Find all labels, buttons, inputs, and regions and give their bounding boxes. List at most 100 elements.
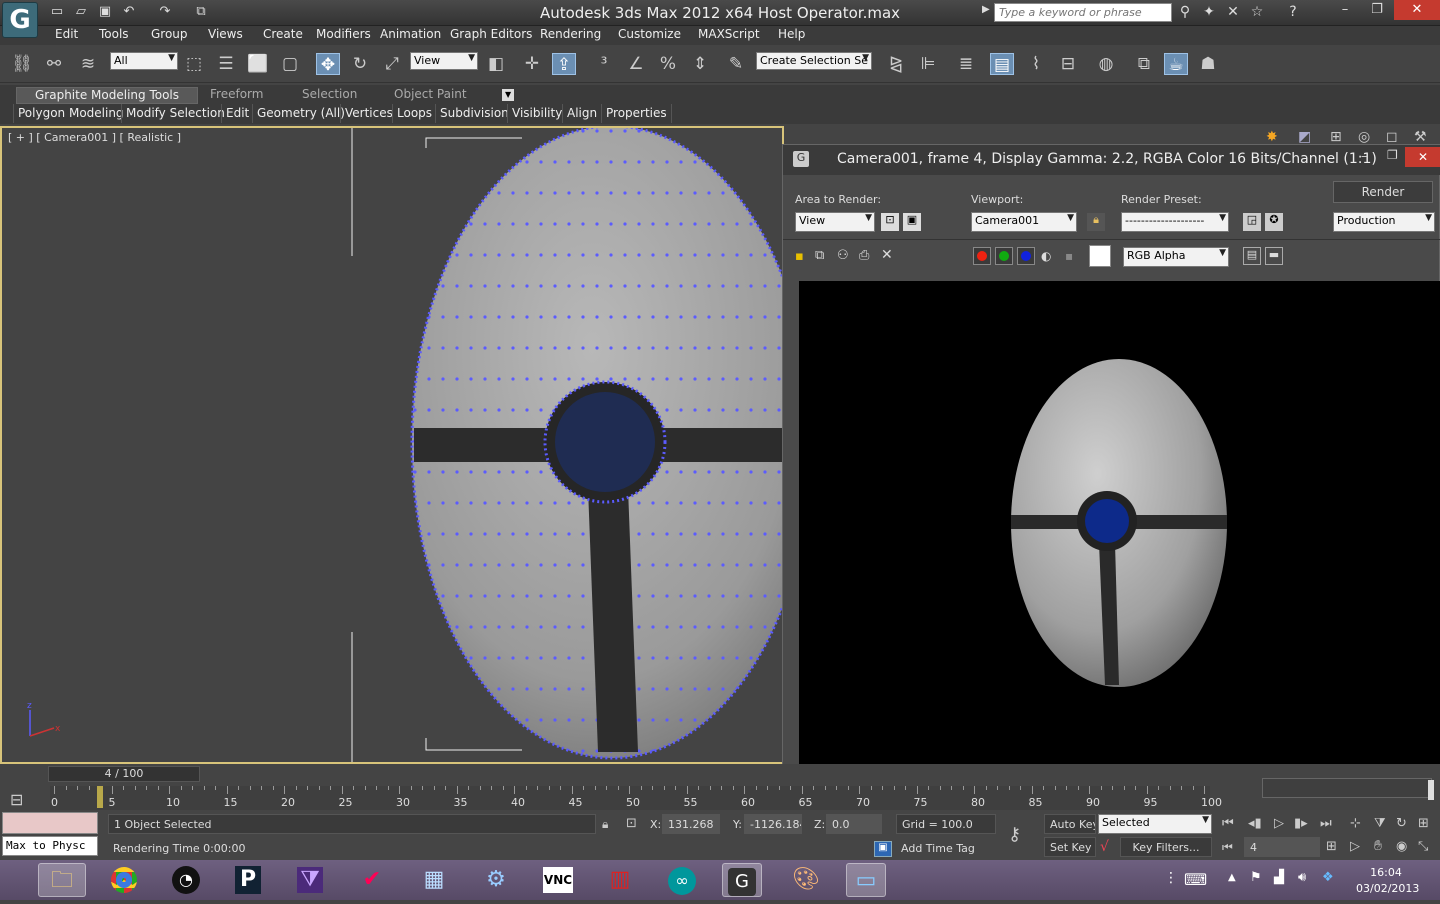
render-minimize-icon[interactable]: – [1361, 149, 1367, 163]
panel-loops[interactable]: Loops [392, 104, 436, 123]
audio-app-icon[interactable]: ▥ [600, 863, 640, 897]
auto-region-icon[interactable]: ▣ [903, 213, 921, 231]
color-swatch[interactable] [1089, 245, 1111, 267]
panel-visibility[interactable]: Visibility [507, 104, 566, 123]
display-tab-icon[interactable]: ◻ [1386, 129, 1398, 145]
volume-icon[interactable]: 🔊︎ [1298, 870, 1306, 885]
menu-rendering[interactable]: Rendering [540, 27, 601, 41]
camera-viewport[interactable]: [ + ] [ Camera001 ] [ Realistic ] z x [0, 126, 784, 764]
y-coord-field[interactable]: -1126.184 [744, 814, 802, 834]
curve-editor-icon[interactable]: ⌇ [1024, 53, 1048, 75]
rendered-frame-window-icon[interactable]: ☕ [1164, 53, 1188, 75]
auto-key-button[interactable]: Auto Key [1044, 814, 1096, 834]
render-maximize-icon[interactable]: ❐ [1387, 148, 1398, 162]
calculator-icon[interactable]: ▦ [414, 863, 454, 897]
toggle-ui-icon[interactable]: ▬ [1265, 247, 1283, 265]
maximize-icon[interactable]: ❐ [1362, 0, 1392, 20]
panel-properties[interactable]: Properties [601, 104, 672, 123]
graphite-toggle-icon[interactable]: ▤ [990, 53, 1014, 75]
select-object-icon[interactable]: ⬚ [182, 53, 206, 75]
selection-filter-dropdown[interactable]: All ▼ [110, 52, 178, 70]
link-icon[interactable]: ⛓ [10, 53, 34, 75]
absolute-mode-icon[interactable]: ⊡ [626, 816, 637, 831]
blue-channel-toggle[interactable] [1017, 247, 1035, 265]
motion-tab-icon[interactable]: ◎ [1358, 129, 1370, 145]
render-setup-small-icon[interactable]: ◲ [1243, 213, 1261, 231]
action-center-flag-icon[interactable]: ⚑ [1250, 870, 1262, 885]
set-key-button[interactable]: Set Key [1044, 837, 1096, 857]
key-icon[interactable]: ⚷ [1008, 824, 1021, 845]
percent-snap-icon[interactable]: % [656, 53, 680, 75]
toggle-ui-overlay-icon[interactable]: ▤ [1243, 247, 1261, 265]
undo-icon[interactable]: ↶ [120, 4, 138, 20]
play-icon[interactable]: ▷ [1274, 816, 1284, 831]
panel-geometry-all[interactable]: Geometry (All) [252, 104, 349, 123]
lock-icon[interactable]: 🔒︎ [1087, 213, 1105, 231]
rectangular-selection-icon[interactable]: ⬜ [246, 53, 270, 75]
viewport-dropdown[interactable]: Camera001 ▼ [971, 212, 1077, 232]
mini-curve-editor-icon[interactable]: ⊟ [10, 790, 23, 809]
menu-create[interactable]: Create [263, 27, 303, 41]
render-close-icon[interactable]: ✕ [1405, 147, 1440, 167]
hierarchy-tab-icon[interactable]: ⊞ [1330, 129, 1342, 145]
red-channel-toggle[interactable] [973, 247, 991, 265]
key-filters-button[interactable]: Key Filters... [1120, 837, 1212, 857]
environment-icon[interactable]: ✪ [1265, 213, 1283, 231]
green-channel-toggle[interactable] [995, 247, 1013, 265]
time-configuration-icon[interactable]: ⊞ [1326, 839, 1337, 854]
key-mode-dropdown[interactable]: Selected ▼ [1098, 814, 1212, 834]
3ds-max-taskbar-icon[interactable]: G [722, 863, 762, 897]
orbit-camera-icon[interactable]: ◉ [1396, 839, 1407, 854]
current-frame-marker[interactable] [97, 786, 103, 808]
tab-freeform[interactable]: Freeform [210, 87, 263, 101]
edit-named-selection-icon[interactable]: ✎ [724, 53, 748, 75]
alpha-channel-icon[interactable]: ◐ [1041, 249, 1051, 263]
menu-animation[interactable]: Animation [380, 27, 441, 41]
panel-polygon-modeling[interactable]: Polygon Modeling [13, 104, 128, 123]
reference-coord-dropdown[interactable]: View ▼ [410, 52, 478, 70]
maximize-toggle-icon[interactable]: ⤡ [1418, 839, 1428, 854]
modify-tab-icon[interactable]: ◩ [1298, 129, 1311, 145]
maxscript-listener-output[interactable] [2, 812, 98, 834]
save-image-icon[interactable]: ▪ [795, 249, 804, 264]
select-and-manipulate-icon[interactable]: ✛ [520, 53, 544, 75]
menu-views[interactable]: Views [208, 27, 243, 41]
help-icon[interactable]: ? [1284, 4, 1302, 20]
schematic-view-icon[interactable]: ⊟ [1056, 53, 1080, 75]
render-production-icon[interactable]: ☗ [1196, 53, 1220, 75]
vnc-icon[interactable]: VNC [538, 863, 578, 897]
new-file-icon[interactable]: ▭ [48, 4, 66, 20]
render-preset-dropdown[interactable]: -------------------- ▼ [1121, 212, 1229, 232]
add-time-tag[interactable]: Add Time Tag [896, 839, 996, 859]
z-coord-field[interactable]: 0.0 [826, 814, 882, 834]
menu-edit[interactable]: Edit [55, 27, 78, 41]
angle-snap-icon[interactable]: ∠ [624, 53, 648, 75]
timeline-ruler[interactable]: 0 5 10 15 20 25 30 35 40 45 50 55 60 65 … [50, 786, 1222, 810]
arduino-icon[interactable]: ∞ [662, 863, 702, 897]
window-crossing-icon[interactable]: ▢ [278, 53, 302, 75]
dropbox-icon[interactable]: ❖ [1322, 870, 1334, 885]
show-hidden-icons[interactable]: ▲ [1228, 872, 1236, 883]
material-editor-icon[interactable]: ◍ [1094, 53, 1118, 75]
panel-modify-selection[interactable]: Modify Selection [121, 104, 229, 123]
area-to-render-dropdown[interactable]: View ▼ [795, 212, 875, 232]
menu-modifiers[interactable]: Modifiers [316, 27, 371, 41]
panel-align[interactable]: Align [562, 104, 601, 123]
communication-icon[interactable]: ✕ [1224, 4, 1242, 20]
keyboard-icon[interactable]: ⌨ [1184, 870, 1207, 889]
panel-subdivision[interactable]: Subdivision [435, 104, 513, 123]
render-window-titlebar[interactable]: G Camera001, frame 4, Display Gamma: 2.2… [783, 145, 1440, 175]
keyboard-shortcut-override-icon[interactable]: ⇪ [552, 53, 576, 75]
network-tool-icon[interactable]: ⚙ [476, 863, 516, 897]
redo-icon[interactable]: ↷ [156, 4, 174, 20]
app-logo-icon[interactable]: G [2, 2, 38, 38]
named-selection-dropdown[interactable]: Create Selection Se ▼ [756, 52, 872, 70]
snaps-toggle-icon[interactable]: ³ [592, 53, 616, 75]
menu-group[interactable]: Group [151, 27, 188, 41]
open-file-icon[interactable]: ▱ [72, 4, 90, 20]
clone-window-icon[interactable]: ⚇ [837, 248, 849, 263]
spinner-snap-icon[interactable]: ⇕ [688, 53, 712, 75]
timeline-scrollbar[interactable] [1428, 780, 1434, 800]
clear-image-icon[interactable]: ✕ [881, 247, 893, 263]
mirror-icon[interactable]: ⧎ [884, 53, 908, 75]
